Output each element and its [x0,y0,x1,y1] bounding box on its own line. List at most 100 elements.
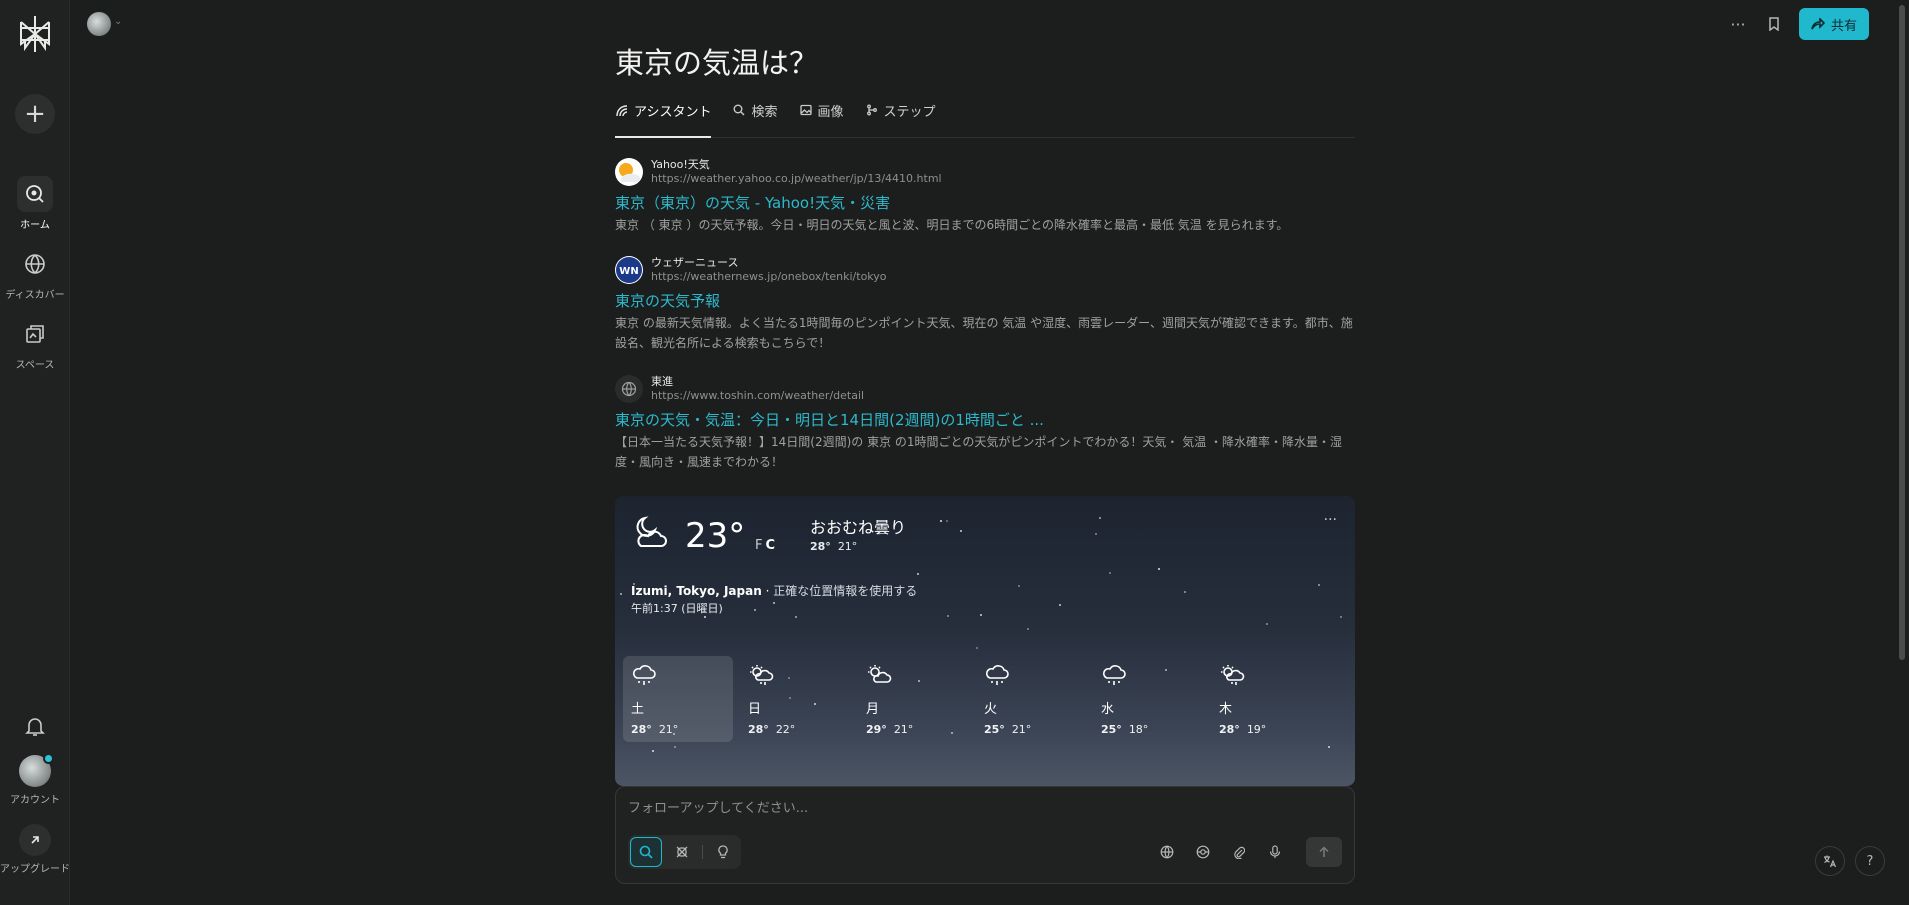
atom-icon [676,846,688,858]
share-label: 共有 [1830,18,1857,34]
moon-cloud-icon [629,514,669,554]
star-dot [1340,616,1342,618]
search-result: WN ウェザーニュース https://weathernews.jp/onebo… [615,256,1355,353]
result-title-link[interactable]: 東京（東京）の天気 - Yahoo!天気・災害 [615,192,1355,213]
result-title-link[interactable]: 東京の天気予報 [615,290,1355,311]
paperclip-icon [1234,846,1245,859]
cloud-rain-icon [986,665,1009,685]
forecast-high: 29° [866,723,887,736]
globe-favicon-icon [615,375,643,403]
star-dot [947,615,949,617]
globe-icon [17,246,53,282]
tab-steps[interactable]: ステップ [866,96,936,124]
location-name: Izumi, Tokyo, Japan [631,584,762,598]
translate-button[interactable] [1815,846,1845,876]
followup-tools [1156,837,1342,867]
help-button[interactable]: ? [1855,846,1885,876]
followup-box [615,786,1355,884]
lightbulb-icon [718,845,728,859]
unit-c[interactable]: C [765,538,778,553]
location-separator: · [765,584,770,598]
question-mark-icon: ? [1866,853,1874,869]
forecast-low: 19° [1246,723,1267,736]
source-header[interactable]: WN ウェザーニュース https://weathernews.jp/onebo… [615,256,1355,284]
forecast-day[interactable]: 日 28° 22° [740,656,850,742]
sidebar-item-spaces[interactable]: スペース [0,316,70,371]
chevron-down-icon[interactable]: ⌄ [114,16,122,27]
star-dot [1099,517,1101,519]
globe-icon [1160,845,1174,859]
condition-text: おおむね曇り [810,518,907,537]
forecast-day-name: 日 [748,702,762,717]
result-title-link[interactable]: 東京の天気・気温：今日・明日と14日間(2週間)の1時間ごと ... [615,409,1355,430]
tab-assistant[interactable]: アシスタント [615,96,712,138]
search-mode-button[interactable] [630,837,662,867]
sources-button[interactable] [1192,841,1214,863]
star-dot [946,520,948,522]
forecast-high: 25° [984,723,1005,736]
attach-button[interactable] [1228,841,1250,863]
arrow-up-right-icon [19,824,51,856]
header-actions: ··· 共有 [1727,8,1869,40]
sun-cloud-icon [868,665,892,683]
account-button[interactable]: アカウント [0,753,70,806]
star-dot [1059,604,1061,606]
forecast-day[interactable]: 水 25° 18° [1093,656,1203,742]
voice-input-button[interactable] [1264,841,1286,863]
source-url: https://weather.yahoo.co.jp/weather/jp/1… [651,172,942,185]
star-dot [976,647,978,649]
result-snippet: 東京 の最新天気情報。よく当たる1時間毎のピンポイント天気、現在の 気温 や湿度… [615,316,1353,350]
source-url: https://www.toshin.com/weather/detail [651,389,865,402]
more-options-icon[interactable]: ··· [1727,13,1749,35]
weather-widget: 23° FC おおむね曇り 28° 21° ··· Izumi, Tokyo, … [615,496,1355,786]
precise-location-link[interactable]: 正確な位置情報を使用する [773,584,917,598]
language-globe-button[interactable] [1156,841,1178,863]
unit-toggle[interactable]: FC [755,538,778,553]
tab-label: 画像 [817,104,844,120]
star-dot [980,614,982,616]
forecast-low: 18° [1128,723,1149,736]
forecast-day-name: 土 [631,702,645,717]
source-name: Yahoo!天気 [651,158,710,171]
forecast-temps: 28° 19° [1219,723,1313,736]
search-icon [733,104,745,116]
forecast-day[interactable]: 土 28° 21° [623,656,733,742]
perplexity-logo[interactable] [17,14,53,54]
scrollbar-thumb[interactable] [1899,5,1905,660]
new-thread-button[interactable]: + [15,94,55,134]
bell-icon[interactable] [23,714,47,738]
tab-search[interactable]: 検索 [733,96,778,124]
share-button[interactable]: 共有 [1798,8,1869,40]
sidebar-item-home[interactable]: ホーム [0,176,70,231]
source-header[interactable]: 東進 https://www.toshin.com/weather/detail [615,375,1355,403]
forecast-day[interactable]: 木 28° 19° [1211,656,1321,742]
today-low: 21° [837,540,858,553]
star-dot [1318,584,1320,586]
account-label: アカウント [10,795,60,806]
sidebar-item-discover[interactable]: ディスカバー [0,246,70,301]
tab-images[interactable]: 画像 [799,96,844,124]
labs-mode-button[interactable] [707,837,739,867]
forecast-low: 21° [893,723,914,736]
tab-label: アシスタント [634,104,712,120]
forecast-day[interactable]: 火 25° 21° [976,656,1086,742]
bookmark-icon[interactable] [1763,13,1785,35]
forecast-low: 21° [1011,723,1032,736]
forecast-day[interactable]: 月 29° 21° [858,656,968,742]
forecast-day-name: 木 [1219,702,1233,717]
source-header[interactable]: Yahoo!天気 https://weather.yahoo.co.jp/wea… [615,158,1355,186]
scrollbar[interactable] [1897,0,1907,905]
forecast-high: 25° [1101,723,1122,736]
submit-button[interactable] [1306,837,1342,867]
research-mode-button[interactable] [666,837,698,867]
divider [702,845,703,859]
weather-more-button[interactable]: ··· [1324,512,1337,528]
space-avatar[interactable] [87,12,111,36]
search-result: Yahoo!天気 https://weather.yahoo.co.jp/wea… [615,158,1355,235]
followup-input[interactable] [628,801,1328,816]
home-search-icon [17,176,53,212]
today-high: 28° [810,540,831,553]
upgrade-button[interactable]: アップグレード [0,824,70,875]
tab-label: 検索 [751,104,778,120]
unit-f[interactable]: F [755,538,765,553]
